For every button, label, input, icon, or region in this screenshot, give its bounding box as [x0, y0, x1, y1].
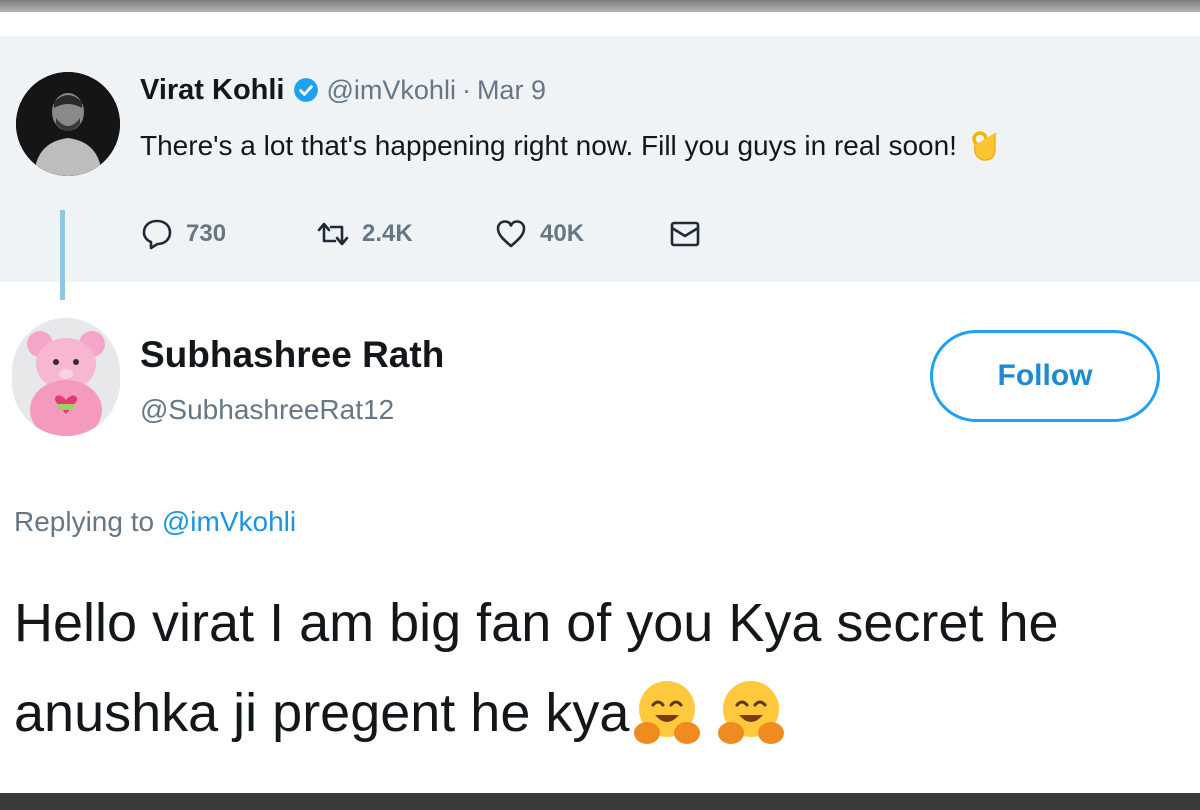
reply-count: 730: [186, 220, 227, 247]
parent-tweet-text-row: There's a lot that's happening right now…: [140, 128, 999, 164]
thread-connector-line: [60, 210, 65, 300]
verified-badge-icon: [293, 78, 318, 102]
subhashree-rath-avatar[interactable]: [12, 318, 120, 436]
reply-action[interactable]: 730: [140, 212, 226, 256]
hugging-face-emoji-icon: [718, 681, 785, 744]
ok-hand-emoji-icon: [972, 131, 996, 161]
top-frame-border: [0, 0, 1200, 12]
like-action[interactable]: 40K: [494, 212, 584, 256]
replying-to-label: Replying to: [14, 506, 155, 537]
heart-icon: [496, 220, 526, 248]
replying-to-handle-link[interactable]: @imVkohli: [162, 506, 296, 537]
envelope-icon: [670, 221, 700, 247]
virat-kohli-avatar[interactable]: [16, 72, 120, 176]
parent-tweet-text: There's a lot that's happening right now…: [140, 130, 957, 161]
retweet-action[interactable]: 2.4K: [316, 212, 413, 256]
reply-author-name[interactable]: Subhashree Rath: [140, 334, 444, 376]
parent-author-name[interactable]: Virat Kohli: [140, 74, 285, 107]
direct-message-action[interactable]: [668, 212, 702, 256]
retweet-count: 2.4K: [362, 220, 413, 247]
parent-tweet-header: Virat Kohli @imVkohli · Mar 9: [140, 72, 546, 108]
reply-icon: [142, 219, 172, 250]
header-separator: ·: [461, 74, 471, 105]
parent-tweet-date[interactable]: Mar 9: [477, 75, 546, 106]
reply-tweet-text-2: anushka ji pregent he kya: [14, 683, 630, 743]
retweet-icon: [317, 222, 349, 246]
parent-author-handle[interactable]: @imVkohli: [327, 75, 456, 106]
bottom-frame-border: [0, 793, 1200, 810]
reply-tweet-text-1: Hello virat I am big fan of you Kya secr…: [14, 593, 1059, 653]
hugging-face-emoji-icon: [634, 681, 701, 744]
like-count: 40K: [540, 220, 585, 247]
reply-text-line-2: anushka ji pregent he kya: [14, 678, 789, 748]
reply-author-handle[interactable]: @SubhashreeRat12: [140, 394, 394, 426]
replying-to-line: Replying to @imVkohli: [14, 506, 296, 538]
reply-text-line-1: Hello virat I am big fan of you Kya secr…: [14, 588, 1059, 658]
follow-button[interactable]: Follow: [930, 330, 1160, 422]
